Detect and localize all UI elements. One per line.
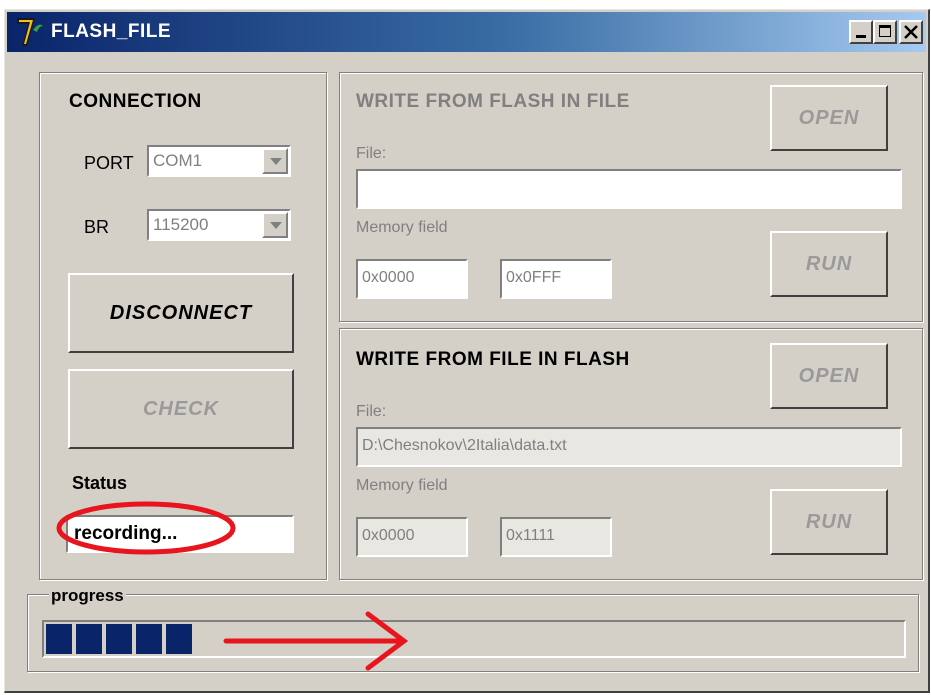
title-bar[interactable]: FLASH_FILE xyxy=(7,12,926,52)
flash-to-file-open-button[interactable]: OPEN xyxy=(770,85,888,151)
file-to-flash-mem-end-input[interactable]: 0x1111 xyxy=(500,517,612,557)
status-field: recording... xyxy=(66,515,294,553)
flash-file-window: FLASH_FILE CONNECTION PORT COM1 BR 11520… xyxy=(4,9,930,693)
flash-to-file-memory-label: Memory field xyxy=(356,219,448,236)
file-to-flash-mem-start-input[interactable]: 0x0000 xyxy=(356,517,468,557)
flash-to-file-file-label: File: xyxy=(356,145,387,162)
port-label: PORT xyxy=(84,153,134,173)
file-to-flash-run-button[interactable]: RUN xyxy=(770,489,888,555)
file-to-flash-heading: WRITE FROM FILE IN FLASH xyxy=(356,349,630,370)
port-select[interactable]: COM1 xyxy=(147,145,291,177)
progress-label: progress xyxy=(49,586,126,606)
baud-rate-select[interactable]: 115200 xyxy=(147,209,291,241)
status-label: Status xyxy=(72,473,128,493)
close-button[interactable] xyxy=(899,20,923,44)
chevron-down-icon[interactable] xyxy=(262,212,288,238)
window-title: FLASH_FILE xyxy=(51,21,172,42)
flash-to-file-mem-end-input[interactable]: 0x0FFF xyxy=(500,259,612,299)
progress-block xyxy=(76,624,102,654)
app-logo-icon xyxy=(17,18,43,46)
file-to-flash-open-button[interactable]: OPEN xyxy=(770,343,888,409)
minimize-icon xyxy=(856,35,866,38)
flash-to-file-mem-start-input[interactable]: 0x0000 xyxy=(356,259,468,299)
port-select-value: COM1 xyxy=(153,151,203,170)
connection-group: CONNECTION PORT COM1 BR 115200 DISCONNEC… xyxy=(39,72,327,580)
progress-block xyxy=(136,624,162,654)
file-to-flash-memory-label: Memory field xyxy=(356,477,448,494)
progress-block xyxy=(166,624,192,654)
progress-block xyxy=(106,624,132,654)
flash-to-file-heading: WRITE FROM FLASH IN FILE xyxy=(356,91,630,112)
check-button[interactable]: CHECK xyxy=(68,369,294,449)
progress-block xyxy=(46,624,72,654)
file-to-flash-file-label: File: xyxy=(356,403,387,420)
connection-heading: CONNECTION xyxy=(69,91,202,112)
file-to-flash-path-input[interactable]: D:\Chesnokov\2Italia\data.txt xyxy=(356,427,902,467)
close-icon xyxy=(904,25,918,39)
progress-fill xyxy=(46,624,192,654)
chevron-down-icon[interactable] xyxy=(262,148,288,174)
flash-to-file-run-button[interactable]: RUN xyxy=(770,231,888,297)
minimize-button[interactable] xyxy=(849,20,873,44)
progress-bar xyxy=(42,620,906,658)
baud-rate-select-value: 115200 xyxy=(153,215,209,234)
flash-to-file-path-input[interactable] xyxy=(356,169,902,209)
maximize-icon xyxy=(879,25,891,37)
file-to-flash-group: WRITE FROM FILE IN FLASH OPEN File: D:\C… xyxy=(339,328,923,580)
flash-to-file-group: WRITE FROM FLASH IN FILE OPEN File: Memo… xyxy=(339,72,923,322)
br-label: BR xyxy=(84,217,110,237)
maximize-button[interactable] xyxy=(873,20,897,44)
disconnect-button[interactable]: DISCONNECT xyxy=(68,273,294,353)
